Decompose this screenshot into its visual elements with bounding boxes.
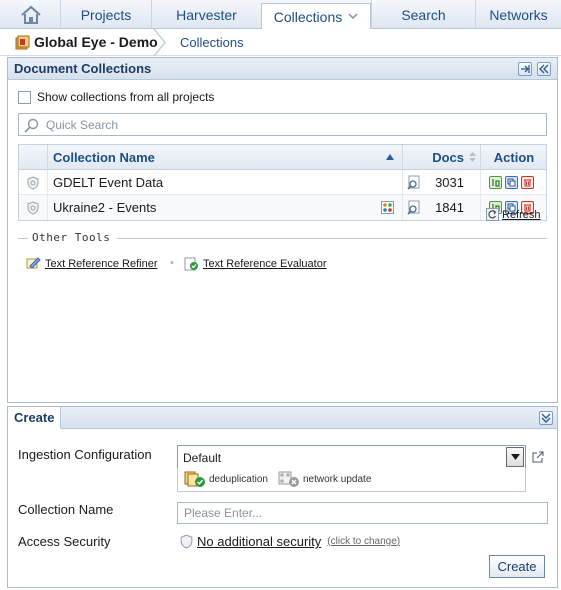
show-all-projects-label: Show collections from all projects — [37, 90, 215, 104]
network-icon[interactable] — [381, 201, 394, 214]
create-panel-header: Create — [8, 407, 557, 429]
tool-separator: • — [170, 257, 174, 269]
access-security-control[interactable]: No additional security (click to change) — [180, 534, 400, 549]
collection-name-label: Ukraine2 - Events — [53, 200, 157, 215]
header-action: Action — [480, 145, 547, 170]
quick-search-input[interactable] — [46, 116, 536, 133]
show-all-projects-row[interactable]: Show collections from all projects — [18, 90, 214, 104]
collection-name-input[interactable] — [178, 503, 547, 523]
nav-tab-collections-label: Collections — [273, 8, 343, 25]
collection-name-cell[interactable]: Ukraine2 - Events — [47, 195, 402, 220]
nav-tab-collections[interactable]: Collections — [261, 3, 371, 30]
plugin-list: deduplication network update — [177, 468, 526, 492]
dropdown-button[interactable] — [506, 447, 524, 467]
create-panel: Create Ingestion Configuration Default d… — [7, 406, 558, 588]
access-security-hint[interactable]: (click to change) — [327, 536, 400, 547]
other-tools-divider: Other Tools — [18, 231, 547, 245]
external-link-icon[interactable] — [532, 451, 544, 463]
double-chevron-left-icon — [539, 64, 549, 74]
dropdown-arrow-icon — [510, 454, 520, 460]
home-icon — [21, 5, 41, 24]
create-tab[interactable]: Create — [8, 407, 61, 429]
ingestion-configuration-value: Default — [183, 451, 222, 465]
nav-tab-search[interactable]: Search — [371, 0, 475, 29]
table-row[interactable]: GDELT Event Data 3031 — [19, 170, 546, 195]
delete-icon[interactable] — [521, 176, 534, 189]
pin-button[interactable] — [518, 62, 532, 76]
double-chevron-down-icon — [541, 413, 551, 423]
document-collections-panel: Document Collections Show collections fr… — [7, 57, 558, 403]
header-collection-name-label: Collection Name — [53, 150, 155, 165]
home-button[interactable] — [17, 4, 45, 26]
access-security-value[interactable]: No additional security — [197, 534, 321, 549]
plugin-deduplication[interactable]: deduplication — [184, 471, 268, 488]
create-button[interactable]: Create — [489, 555, 545, 578]
actions-cell — [480, 170, 547, 195]
project-icon — [15, 35, 30, 50]
collection-name-field[interactable] — [177, 502, 548, 524]
deduplication-enabled-icon — [184, 471, 205, 487]
copy-icon[interactable] — [505, 176, 518, 189]
security-cell — [19, 195, 47, 220]
inspect-icon[interactable] — [407, 175, 422, 190]
pin-icon — [521, 65, 530, 73]
security-cell — [19, 170, 47, 195]
nav-tab-networks[interactable]: Networks — [475, 0, 561, 29]
sort-both-icon — [469, 152, 476, 162]
top-nav: Projects Harvester Collections Search Ne… — [0, 0, 561, 30]
evaluator-icon — [184, 257, 198, 271]
docs-count: 1841 — [435, 200, 464, 215]
docs-count: 3031 — [435, 175, 464, 190]
open-icon[interactable] — [489, 176, 502, 189]
refiner-icon — [26, 257, 41, 269]
breadcrumb-project[interactable]: Global Eye - Demo — [34, 34, 158, 50]
nav-tab-harvester[interactable]: Harvester — [151, 0, 261, 29]
text-reference-evaluator-label: Text Reference Evaluator — [203, 258, 327, 270]
header-docs[interactable]: Docs — [402, 145, 480, 170]
plugin-deduplication-label: deduplication — [209, 474, 268, 485]
collection-name-label: Collection Name — [18, 502, 114, 517]
ingestion-configuration-label: Ingestion Configuration — [18, 447, 152, 462]
header-docs-label: Docs — [432, 150, 464, 165]
docs-cell: 1841 — [402, 195, 480, 220]
search-icon — [24, 118, 39, 133]
sort-asc-icon — [386, 154, 394, 160]
docs-cell: 3031 — [402, 170, 480, 195]
panel-title: Document Collections — [14, 61, 152, 76]
table-row[interactable]: Ukraine2 - Events 1841 — [19, 195, 546, 220]
table-header: Collection Name Docs Action — [19, 145, 546, 170]
network-update-disabled-icon — [278, 471, 299, 487]
plugin-network-update[interactable]: network update — [278, 471, 371, 488]
refresh-button[interactable]: Refresh — [486, 208, 541, 221]
ingestion-configuration-select[interactable]: Default — [177, 445, 526, 469]
collapse-button[interactable] — [537, 62, 551, 76]
shield-icon — [180, 534, 193, 549]
text-reference-evaluator-link[interactable]: Text Reference Evaluator — [184, 257, 327, 271]
refresh-icon — [486, 208, 499, 221]
access-security-label: Access Security — [18, 534, 111, 549]
collections-table: Collection Name Docs Action GDELT Event … — [18, 144, 547, 221]
shield-icon — [27, 200, 39, 215]
text-reference-refiner-link[interactable]: Text Reference Refiner — [26, 257, 158, 270]
show-all-projects-checkbox[interactable] — [18, 90, 31, 104]
breadcrumb-separator — [153, 29, 166, 56]
other-tools-label: Other Tools — [32, 231, 111, 244]
nav-tab-projects[interactable]: Projects — [60, 0, 151, 29]
breadcrumb-current: Collections — [180, 35, 244, 50]
inspect-icon[interactable] — [407, 200, 422, 215]
plugin-network-update-label: network update — [303, 474, 372, 485]
chevron-down-icon — [348, 13, 358, 20]
collection-name-cell[interactable]: GDELT Event Data — [47, 170, 402, 195]
panel-header: Document Collections — [8, 58, 557, 80]
breadcrumb: Global Eye - Demo Collections — [0, 29, 561, 56]
expand-button[interactable] — [539, 411, 553, 425]
text-reference-refiner-label: Text Reference Refiner — [45, 257, 158, 270]
refresh-label: Refresh — [502, 208, 541, 221]
shield-icon — [27, 175, 39, 190]
header-collection-name[interactable]: Collection Name — [47, 145, 402, 170]
header-security-col — [19, 145, 47, 170]
quick-search[interactable] — [18, 113, 547, 136]
